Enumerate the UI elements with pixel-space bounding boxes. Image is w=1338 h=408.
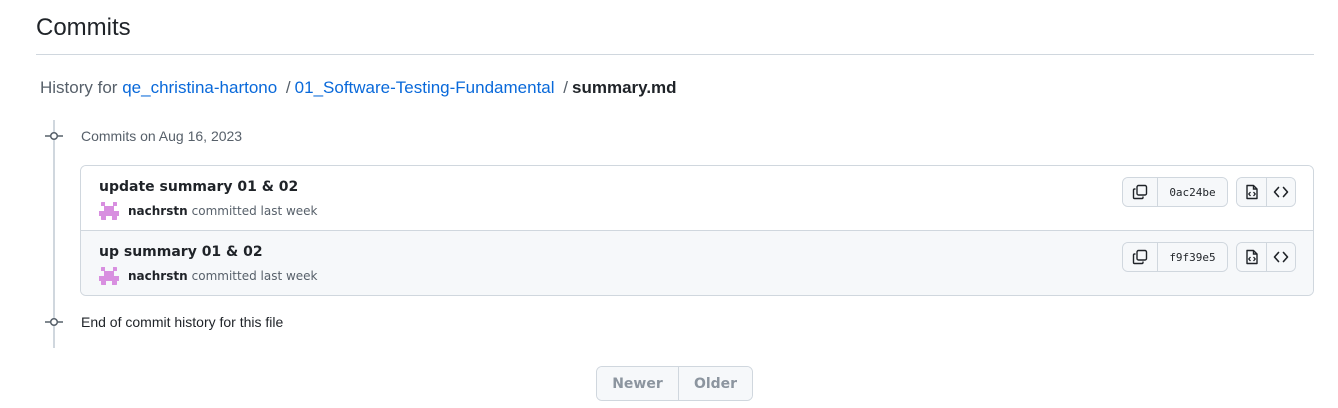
copy-icon: [1132, 184, 1148, 200]
breadcrumb: History for qe_christina-hartono /01_Sof…: [40, 78, 677, 98]
avatar[interactable]: [99, 202, 119, 220]
commit-row: up summary 01 & 02 nachrstn committed la…: [81, 231, 1313, 295]
git-commit-icon: [45, 130, 63, 142]
commit-group-date: Commits on Aug 16, 2023: [81, 128, 243, 144]
browse-repo-button[interactable]: [1237, 178, 1266, 206]
browse-repo-button[interactable]: [1237, 243, 1266, 271]
copy-icon: [1132, 249, 1148, 265]
file-code-icon: [1245, 184, 1258, 200]
breadcrumb-prefix: History for: [40, 78, 118, 97]
commit-message[interactable]: up summary 01 & 02: [99, 244, 263, 260]
commit-message[interactable]: update summary 01 & 02: [99, 179, 298, 195]
title-divider: [36, 54, 1314, 55]
avatar[interactable]: [99, 267, 119, 285]
end-of-history-label: End of commit history for this file: [81, 314, 284, 330]
breadcrumb-separator: /: [285, 78, 291, 97]
commit-meta: nachrstn committed last week: [99, 267, 318, 285]
commit-meta: nachrstn committed last week: [99, 202, 318, 220]
git-commit-icon: [45, 316, 63, 328]
view-code-button[interactable]: [1266, 178, 1295, 206]
commit-sha-link[interactable]: 0ac24be: [1157, 178, 1227, 206]
pagination: Newer Older: [596, 366, 753, 401]
commit-list: update summary 01 & 02 nachrstn committe…: [80, 165, 1314, 296]
copy-sha-button[interactable]: [1123, 178, 1157, 206]
sha-button-group: 0ac24be: [1122, 177, 1228, 207]
commit-sha-link[interactable]: f9f39e5: [1157, 243, 1227, 271]
file-code-icon: [1245, 249, 1258, 265]
breadcrumb-repo-link[interactable]: qe_christina-hartono: [122, 78, 277, 97]
commit-row: update summary 01 & 02 nachrstn committe…: [81, 166, 1313, 231]
timeline-line: [53, 120, 55, 348]
commit-time: committed last week: [191, 204, 318, 218]
page-title: Commits: [36, 14, 131, 41]
commit-author[interactable]: nachrstn: [128, 204, 188, 218]
commit-action-group: [1236, 242, 1296, 272]
older-button[interactable]: Older: [678, 367, 752, 400]
breadcrumb-separator: /: [563, 78, 568, 97]
commit-author[interactable]: nachrstn: [128, 269, 188, 283]
commit-action-group: [1236, 177, 1296, 207]
newer-button[interactable]: Newer: [597, 367, 678, 400]
view-code-button[interactable]: [1266, 243, 1295, 271]
breadcrumb-file: summary.md: [572, 78, 677, 97]
code-icon: [1273, 251, 1289, 263]
copy-sha-button[interactable]: [1123, 243, 1157, 271]
sha-button-group: f9f39e5: [1122, 242, 1228, 272]
breadcrumb-folder-link[interactable]: 01_Software-Testing-Fundamental: [295, 78, 555, 97]
commit-time: committed last week: [191, 269, 318, 283]
code-icon: [1273, 186, 1289, 198]
